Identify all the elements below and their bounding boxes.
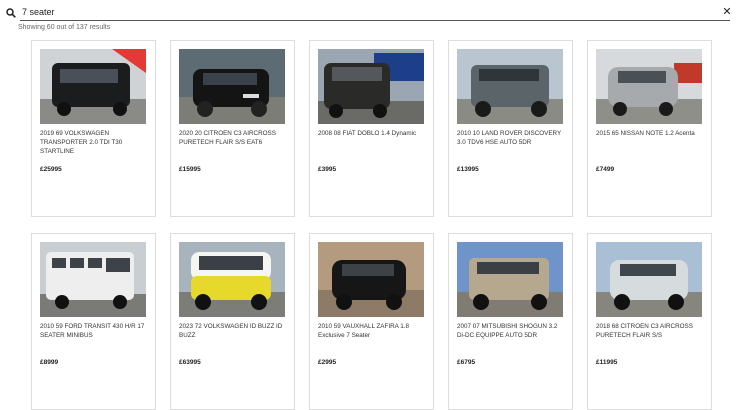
car-photo: [596, 49, 702, 124]
car-photo: [40, 49, 146, 124]
car-price: £8999: [40, 359, 59, 366]
car-title: 2010 59 FORD TRANSIT 430 H/R 17 SEATER M…: [40, 323, 145, 339]
car-photo: [457, 49, 563, 124]
car-card[interactable]: 2018 68 CITROEN C3 AIRCROSS PURETECH FLA…: [587, 233, 712, 410]
result-count: Showing 60 out of 137 results: [18, 24, 111, 31]
car-price: £2995: [318, 359, 337, 366]
car-card[interactable]: 2023 72 VOLKSWAGEN ID BUZZ ID BUZZ £6399…: [170, 233, 295, 410]
car-title: 2020 20 CITROEN C3 AIRCROSS PURETECH FLA…: [179, 130, 276, 146]
car-title: 2008 08 FIAT DOBLO 1.4 Dynamic: [318, 130, 417, 137]
car-title: 2019 69 VOLKSWAGEN TRANSPORTER 2.0 TDI T…: [40, 130, 123, 155]
search-bar: ✕: [4, 4, 736, 22]
car-photo: [40, 242, 146, 317]
search-input[interactable]: [20, 4, 730, 21]
car-photo: [318, 242, 424, 317]
car-photo: [179, 49, 285, 124]
car-card[interactable]: 2010 59 VAUXHALL ZAFIRA 1.8 Exclusive 7 …: [309, 233, 434, 410]
car-photo: [596, 242, 702, 317]
car-title: 2018 68 CITROEN C3 AIRCROSS PURETECH FLA…: [596, 323, 693, 339]
car-photo: [318, 49, 424, 124]
results-grid: 2019 69 VOLKSWAGEN TRANSPORTER 2.0 TDI T…: [31, 40, 712, 410]
car-title: 2015 65 NISSAN NOTE 1.2 Acenta: [596, 130, 695, 137]
close-icon[interactable]: ✕: [722, 6, 732, 18]
car-card[interactable]: 2010 10 LAND ROVER DISCOVERY 3.0 TDV6 HS…: [448, 40, 573, 217]
car-photo: [457, 242, 563, 317]
car-title: 2010 59 VAUXHALL ZAFIRA 1.8 Exclusive 7 …: [318, 323, 410, 339]
car-price: £63995: [179, 359, 201, 366]
car-price: £3995: [318, 166, 337, 173]
car-price: £13995: [457, 166, 479, 173]
car-price: £15995: [179, 166, 201, 173]
car-title: 2023 72 VOLKSWAGEN ID BUZZ ID BUZZ: [179, 323, 283, 339]
car-card[interactable]: 2008 08 FIAT DOBLO 1.4 Dynamic £3995: [309, 40, 434, 217]
car-price: £11995: [596, 359, 618, 366]
car-title: 2007 07 MITSUBISHI SHOGUN 3.2 Di-DC EQUI…: [457, 323, 558, 339]
car-card[interactable]: 2015 65 NISSAN NOTE 1.2 Acenta £7499: [587, 40, 712, 217]
car-card[interactable]: 2007 07 MITSUBISHI SHOGUN 3.2 Di-DC EQUI…: [448, 233, 573, 410]
car-price: £25995: [40, 166, 62, 173]
car-price: £6795: [457, 359, 476, 366]
car-card[interactable]: 2010 59 FORD TRANSIT 430 H/R 17 SEATER M…: [31, 233, 156, 410]
car-card[interactable]: 2020 20 CITROEN C3 AIRCROSS PURETECH FLA…: [170, 40, 295, 217]
search-icon: [6, 8, 16, 18]
car-title: 2010 10 LAND ROVER DISCOVERY 3.0 TDV6 HS…: [457, 130, 562, 146]
car-price: £7499: [596, 166, 615, 173]
car-card[interactable]: 2019 69 VOLKSWAGEN TRANSPORTER 2.0 TDI T…: [31, 40, 156, 217]
car-photo: [179, 242, 285, 317]
